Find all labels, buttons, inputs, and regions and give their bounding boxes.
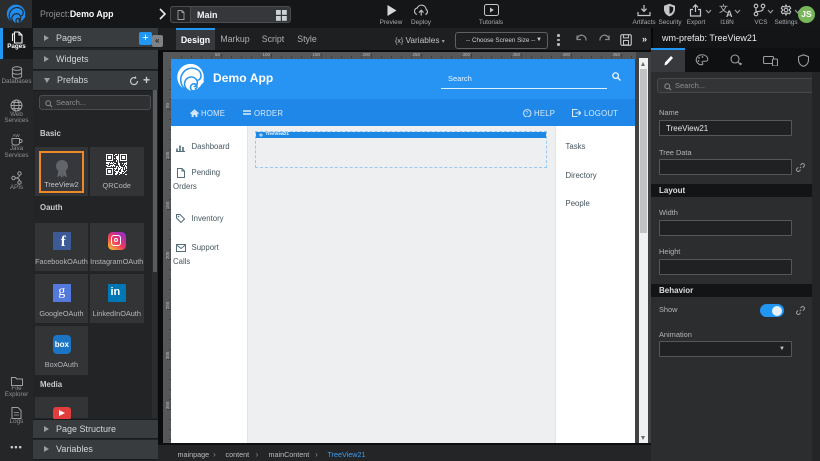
svg-text:?: ? [526, 111, 529, 117]
svg-text:A: A [726, 9, 733, 17]
svg-text:AW: AW [13, 133, 21, 138]
